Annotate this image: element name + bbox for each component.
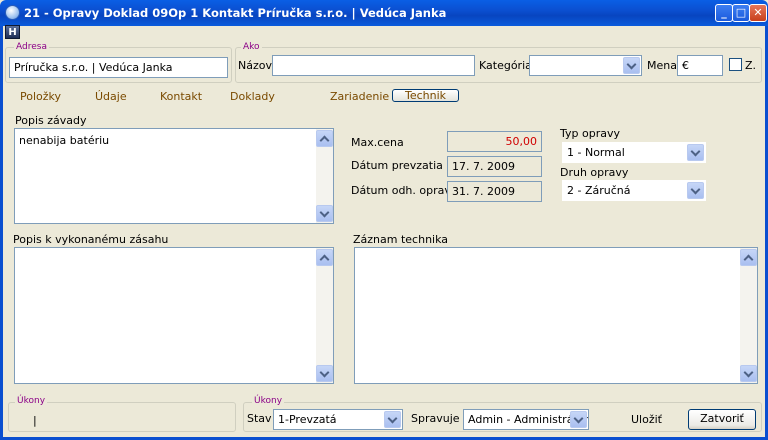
manager-label: Spravuje — [411, 412, 460, 425]
window-title: 21 - Opravy Doklad 09Op 1 Kontakt Príruč… — [24, 6, 447, 20]
scroll-down-icon[interactable] — [316, 365, 333, 382]
work-desc-textarea[interactable] — [14, 247, 334, 384]
repair-kind-value: 2 - Záručná — [567, 184, 631, 197]
scroll-down-icon[interactable] — [740, 365, 757, 382]
ukony-left-legend: Úkony — [15, 396, 48, 406]
ako-legend: Ako — [241, 42, 262, 52]
date-estimated-label: Dátum odh. opravy — [351, 184, 458, 197]
max-price-label: Max.cena — [351, 136, 404, 149]
chevron-down-icon[interactable] — [623, 57, 640, 74]
tab-technik[interactable]: Technik — [392, 89, 459, 102]
h-button[interactable]: H — [5, 25, 20, 39]
save-button[interactable]: Uložiť — [631, 413, 662, 426]
scroll-up-icon[interactable] — [316, 249, 333, 266]
manager-select[interactable]: Admin - Administrátor — [463, 409, 589, 430]
category-label: Kategória — [479, 59, 532, 72]
scroll-up-icon[interactable] — [316, 130, 333, 147]
currency-input[interactable]: € — [677, 55, 723, 76]
tech-record-textarea[interactable] — [354, 247, 758, 384]
repair-type-value: 1 - Normal — [567, 146, 625, 159]
work-desc-scrollbar[interactable] — [316, 248, 333, 383]
status-label: Stav — [247, 412, 272, 425]
app-icon[interactable] — [5, 5, 20, 20]
close-window-button[interactable]: ✕ — [749, 4, 767, 22]
chevron-down-icon[interactable] — [687, 144, 704, 161]
fault-label: Popis závady — [15, 114, 87, 127]
name-input[interactable] — [272, 55, 475, 76]
close-button[interactable]: Zatvoriť — [688, 409, 756, 430]
scroll-up-icon[interactable] — [740, 249, 757, 266]
category-select[interactable] — [529, 55, 642, 76]
tab-udaje[interactable]: Údaje — [95, 90, 127, 103]
repair-kind-label: Druh opravy — [560, 166, 629, 179]
repair-type-label: Typ opravy — [560, 127, 620, 140]
date-estimated-input[interactable]: 31. 7. 2009 — [447, 181, 542, 202]
currency-label: Mena — [647, 59, 677, 72]
address-input[interactable]: Príručka s.r.o. | Vedúca Janka — [9, 57, 228, 78]
name-label: Názov — [238, 59, 272, 72]
status-value: 1-Prevzatá — [278, 413, 337, 426]
ukony-left-value: | — [33, 414, 37, 427]
chevron-down-icon[interactable] — [384, 411, 401, 428]
date-received-input[interactable]: 17. 7. 2009 — [447, 156, 542, 177]
chevron-down-icon[interactable] — [687, 182, 704, 199]
tech-record-label: Záznam technika — [353, 233, 449, 246]
tech-record-scrollbar[interactable] — [740, 248, 757, 383]
minimize-button[interactable]: _ — [715, 4, 733, 22]
maximize-button[interactable]: □ — [732, 4, 750, 22]
work-desc-label: Popis k vykonanému zásahu — [13, 233, 169, 246]
tab-zariadenie[interactable]: Zariadenie — [330, 90, 389, 103]
address-legend: Adresa — [14, 42, 49, 52]
z-label: Z. — [745, 59, 757, 72]
tab-doklady[interactable]: Doklady — [230, 90, 275, 103]
repair-kind-select[interactable]: 2 - Záručná — [562, 180, 706, 201]
scroll-down-icon[interactable] — [316, 205, 333, 222]
chevron-down-icon[interactable] — [570, 411, 587, 428]
fault-text: nenabija batériu — [19, 134, 110, 147]
ukony-left-group — [8, 402, 236, 432]
status-select[interactable]: 1-Prevzatá — [273, 409, 403, 430]
ukony-right-legend: Úkony — [252, 396, 285, 406]
window-frame-left — [0, 26, 3, 440]
tab-polozky[interactable]: Položky — [20, 90, 61, 103]
repair-type-select[interactable]: 1 - Normal — [562, 142, 706, 163]
max-price-input[interactable]: 50,00 — [447, 131, 542, 152]
fault-scrollbar[interactable] — [316, 129, 333, 223]
z-checkbox[interactable] — [729, 58, 742, 71]
date-received-label: Dátum prevzatia — [351, 159, 443, 172]
tab-kontakt[interactable]: Kontakt — [160, 90, 202, 103]
fault-textarea[interactable]: nenabija batériu — [14, 128, 334, 224]
